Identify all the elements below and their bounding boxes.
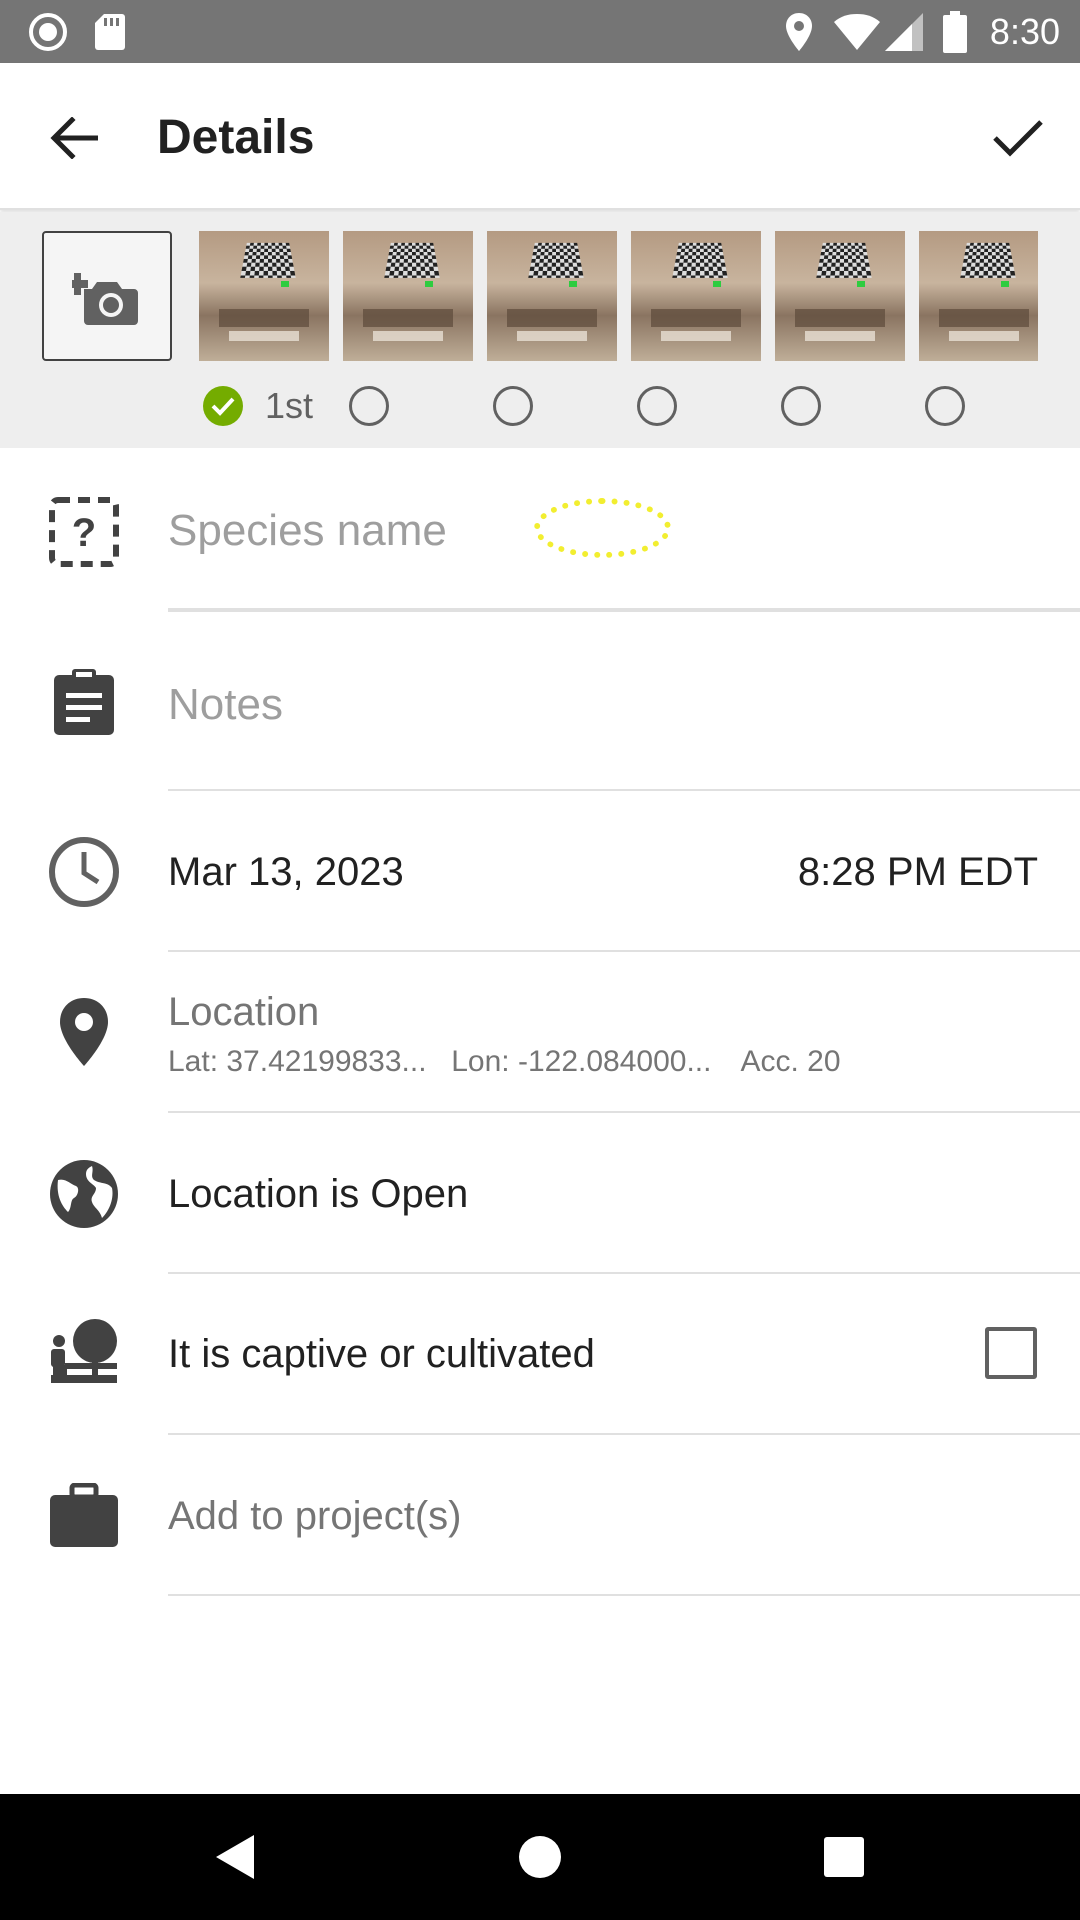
location-label: Location xyxy=(168,990,320,1034)
photo-thumbnail[interactable] xyxy=(919,231,1038,361)
photo-radio[interactable] xyxy=(637,386,677,426)
add-to-projects[interactable]: Add to project(s) xyxy=(168,1492,461,1540)
photo-thumbnail[interactable] xyxy=(631,231,761,361)
page-title: Details xyxy=(157,111,315,164)
photo-radio[interactable] xyxy=(781,386,821,426)
location-icon xyxy=(782,0,816,63)
check-circle-icon xyxy=(211,397,235,416)
date-value[interactable]: Mar 13, 2023 xyxy=(168,848,404,896)
photo-radio[interactable] xyxy=(925,386,965,426)
add-photo-button[interactable] xyxy=(42,231,172,361)
photo-thumbnail[interactable] xyxy=(487,231,617,361)
system-nav-bar xyxy=(0,1794,1080,1920)
latitude: Lat: 37.42199833... xyxy=(168,1045,427,1078)
divider xyxy=(168,950,1080,952)
check-icon xyxy=(993,120,1043,157)
add-camera-icon xyxy=(72,273,138,325)
location-coordinates: Lat: 37.42199833... Lon: -122.084000... … xyxy=(168,1044,841,1080)
longitude: Lon: -122.084000... xyxy=(451,1045,712,1078)
notes-input[interactable] xyxy=(168,674,1048,736)
first-photo-label: 1st xyxy=(265,385,314,426)
nav-home-button[interactable] xyxy=(480,1794,600,1920)
time-value[interactable]: 8:28 PM EDT xyxy=(798,848,1038,896)
divider xyxy=(168,789,1080,791)
photo-radio[interactable] xyxy=(493,386,533,426)
status-bar: 8:30 xyxy=(0,0,1080,63)
clock-icon xyxy=(44,832,124,912)
divider xyxy=(168,1272,1080,1274)
photo-thumbnail[interactable] xyxy=(199,231,329,361)
svg-text:?: ? xyxy=(72,511,96,555)
map-pin-icon xyxy=(44,992,124,1072)
divider xyxy=(168,1111,1080,1113)
captive-checkbox[interactable] xyxy=(985,1327,1037,1379)
nav-back-button[interactable] xyxy=(176,1794,296,1920)
nav-back-icon xyxy=(216,1835,254,1879)
photo-strip xyxy=(0,212,1080,448)
divider xyxy=(168,1594,1080,1596)
photo-radio[interactable] xyxy=(349,386,389,426)
divider xyxy=(168,608,1080,612)
location-field[interactable]: Location Lat: 37.42199833... Lon: -122.0… xyxy=(168,988,1048,1078)
sd-card-icon xyxy=(92,0,128,63)
clipboard-icon xyxy=(44,662,124,742)
briefcase-icon xyxy=(44,1476,124,1556)
accuracy: Acc. 20 xyxy=(740,1045,841,1078)
divider xyxy=(168,1433,1080,1435)
status-time: 8:30 xyxy=(989,11,1060,52)
photo-thumbnail[interactable] xyxy=(775,231,905,361)
first-photo-radio[interactable] xyxy=(203,386,243,426)
done-button[interactable] xyxy=(978,101,1058,175)
record-icon xyxy=(26,0,70,63)
arrow-back-icon xyxy=(50,117,98,159)
nav-recents-button[interactable] xyxy=(784,1794,904,1920)
wifi-icon xyxy=(832,0,882,63)
unknown-species-icon: ? xyxy=(44,492,124,572)
globe-icon xyxy=(44,1154,124,1234)
nav-home-icon xyxy=(519,1836,561,1878)
tap-indicator xyxy=(534,498,671,558)
photo-thumbnail[interactable] xyxy=(343,231,473,361)
geoprivacy-value[interactable]: Location is Open xyxy=(168,1170,468,1218)
back-button[interactable] xyxy=(34,103,114,173)
captive-label: It is captive or cultivated xyxy=(168,1332,595,1376)
nav-recents-icon xyxy=(824,1837,864,1877)
captive-plant-icon xyxy=(44,1314,124,1394)
battery-icon xyxy=(940,0,970,63)
app-bar: Details xyxy=(0,63,1080,210)
signal-icon xyxy=(882,0,926,63)
